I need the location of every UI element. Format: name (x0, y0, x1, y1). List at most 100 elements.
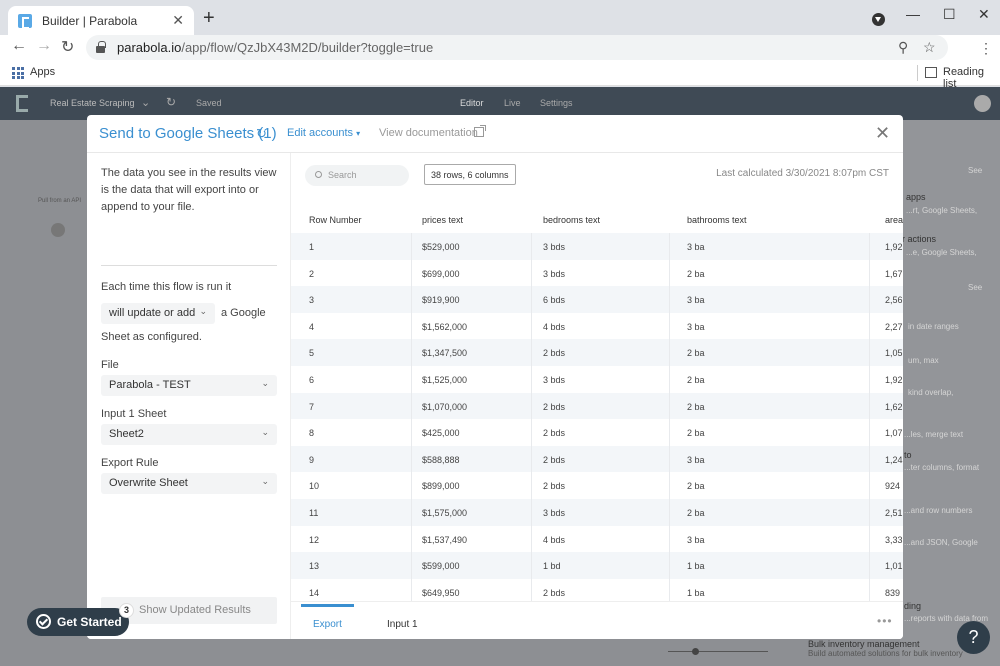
profile-menu-icon[interactable] (872, 13, 885, 26)
column-header[interactable]: area (885, 215, 903, 225)
intro-text: The data you see in the results view is … (101, 167, 277, 213)
bookmark-star-icon[interactable]: ☆ (923, 39, 936, 56)
chevron-down-icon[interactable]: ⌄ (141, 96, 150, 109)
table-cell: 3 ba (687, 534, 705, 545)
search-placeholder: Search (328, 170, 357, 180)
table-cell: 3 ba (687, 295, 705, 306)
panel-item-row-numbers: ...and row numbers (904, 506, 973, 515)
zoom-slider-track[interactable] (668, 651, 768, 652)
mode-select[interactable]: will update or add ⌄ (101, 303, 215, 324)
flow-name[interactable]: Real Estate Scraping (50, 98, 135, 108)
table-cell: 3 ba (687, 454, 705, 465)
column-divider (531, 233, 532, 609)
column-header[interactable]: bathrooms text (687, 215, 747, 225)
reading-list-icon (925, 67, 937, 78)
column-header[interactable]: prices text (422, 215, 463, 225)
panel-sub-apps: ...rt, Google Sheets, (906, 206, 978, 215)
export-settings-sidebar: The data you see in the results view is … (87, 153, 291, 639)
table-row: 3 $919,900 6 bds 3 ba 2,56 (291, 286, 903, 313)
table-header: Row Number prices text bedrooms text bathro… (291, 209, 903, 233)
table-cell: 3 ba (687, 242, 705, 252)
browser-tab-bar: Builder | Parabola ✕ + — ☐ ✕ (0, 0, 1000, 35)
table-cell: 2 ba (687, 401, 705, 412)
more-options-icon[interactable]: ••• (877, 614, 893, 628)
get-started-button[interactable]: Get Started (27, 608, 129, 636)
file-select[interactable]: Parabola - TEST ⌄ (101, 375, 277, 396)
tab-live[interactable]: Live (504, 98, 521, 108)
table-cell: 14 (309, 587, 320, 598)
column-header[interactable]: Row Number (309, 215, 362, 225)
sheet-label: Input 1 Sheet (101, 408, 167, 420)
table-cell: 7 (309, 401, 315, 412)
apps-bookmark[interactable]: Apps (30, 66, 55, 78)
export-rule-value: Overwrite Sheet (109, 477, 188, 489)
see-all-link[interactable]: See (968, 166, 982, 175)
tab-settings[interactable]: Settings (540, 98, 573, 108)
table-cell: 1,07 (885, 428, 903, 439)
table-cell: $649,950 (422, 587, 460, 598)
browser-menu-icon[interactable]: ⋮ (979, 40, 993, 57)
refresh-icon[interactable]: ↻ (166, 95, 176, 109)
table-cell: 4 bds (543, 534, 566, 545)
close-icon[interactable]: ✕ (875, 123, 890, 144)
results-footer: Export Input 1 ••• (291, 601, 903, 639)
sheet-select[interactable]: Sheet2 ⌄ (101, 424, 277, 445)
panel-item-overlap: kind overlap, (908, 388, 954, 397)
url-path: /app/flow/QzJbX43M2D/builder?toggle=true (181, 40, 434, 55)
forward-icon[interactable]: → (36, 37, 52, 55)
table-row: 6 $1,525,000 3 bds 2 ba 1,92 (291, 366, 903, 393)
table-cell: 2,56 (885, 295, 903, 306)
reload-icon[interactable]: ↻ (61, 37, 74, 57)
edit-accounts-button[interactable]: Edit accounts ▾ (287, 127, 360, 139)
tab-title: Builder | Parabola (42, 13, 138, 28)
table-cell: 4 bds (543, 321, 566, 332)
avatar[interactable] (974, 95, 991, 112)
table-cell: 1,62 (885, 401, 903, 412)
divider (101, 265, 277, 266)
back-icon[interactable]: ← (11, 37, 27, 55)
help-button[interactable]: ? (957, 621, 990, 654)
get-started-label: Get Started (57, 615, 122, 629)
zoom-icon[interactable]: ⚲ (898, 39, 908, 56)
sheet-select-value: Sheet2 (109, 428, 144, 440)
run-description: Each time this flow is run it (101, 281, 232, 293)
maximize-icon[interactable]: ☐ (943, 6, 956, 23)
tab-export[interactable]: Export (313, 619, 342, 630)
sync-icon[interactable]: ↻ (256, 126, 267, 142)
browser-tab[interactable]: Builder | Parabola ✕ (8, 6, 194, 35)
api-step-card[interactable] (34, 202, 94, 246)
export-rule-select[interactable]: Overwrite Sheet ⌄ (101, 473, 277, 494)
bookmarks-bar: Apps Reading list (0, 60, 1000, 90)
chevron-down-icon: ⌄ (261, 476, 269, 486)
tab-editor[interactable]: Editor (460, 98, 484, 108)
bulk-inventory-template[interactable]: Bulk inventory management Build automate… (808, 639, 978, 658)
table-row: 7 $1,070,000 2 bds 2 ba 1,62 (291, 392, 903, 420)
panel-item-min-max: um, max (908, 356, 939, 365)
steps-panel: See apps ...rt, Google Sheets, r actions… (900, 120, 1000, 666)
zoom-slider-handle[interactable] (692, 648, 699, 655)
cloud-icon (51, 223, 65, 237)
modal-header: Send to Google Sheets (1) ↻ Edit account… (87, 115, 903, 153)
see-all-link-2[interactable]: See (968, 283, 982, 292)
table-cell: 2 ba (687, 375, 705, 385)
table-cell: $1,562,000 (422, 321, 468, 332)
panel-item-merge-text: ...les, merge text (904, 430, 964, 439)
view-documentation-link[interactable]: View documentation (379, 127, 478, 139)
search-input[interactable]: Search (305, 165, 409, 186)
minimize-icon[interactable]: — (906, 6, 920, 22)
export-modal: Send to Google Sheets (1) ↻ Edit account… (87, 115, 903, 639)
bookmarks-divider (917, 65, 918, 81)
table-cell: 839 (885, 587, 901, 598)
table-cell: 2 bds (543, 348, 566, 359)
table-cell: 11 (309, 508, 319, 518)
new-tab-button[interactable]: + (203, 8, 215, 28)
panel-heading-apps: apps (906, 192, 926, 202)
panel-item-json: ...and JSON, Google (904, 538, 978, 547)
bulk-inventory-title: Bulk inventory management (808, 639, 920, 649)
window-close-icon[interactable]: ✕ (978, 6, 990, 23)
tab-input-1[interactable]: Input 1 (387, 619, 418, 630)
column-header[interactable]: bedrooms text (543, 215, 600, 225)
table-cell: 1,92 (885, 375, 903, 385)
tab-close-icon[interactable]: ✕ (172, 12, 184, 29)
url-bar[interactable]: parabola.io /app/flow/QzJbX43M2D/builder… (86, 35, 948, 60)
